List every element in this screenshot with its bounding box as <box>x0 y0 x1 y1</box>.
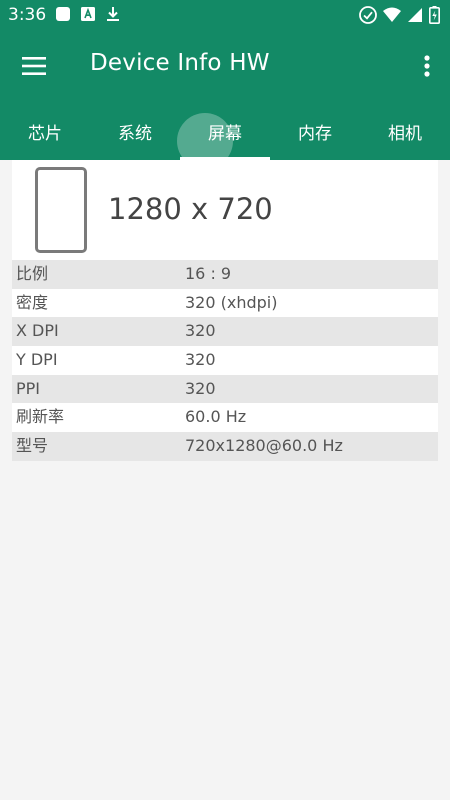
dnd-icon <box>359 6 377 24</box>
info-value: 60.0 Hz <box>185 407 247 427</box>
info-key: 型号 <box>16 436 49 456</box>
info-key: Y DPI <box>16 350 58 370</box>
info-key: 密度 <box>16 292 49 312</box>
info-value: 320 <box>185 321 216 341</box>
tab-memory[interactable]: 内存 <box>270 102 360 160</box>
wifi-icon <box>383 7 401 23</box>
tab-camera[interactable]: 相机 <box>360 102 450 160</box>
info-row-density: 密度 320 (xhdpi) <box>12 289 438 318</box>
app-title: Device Info HW <box>90 50 270 76</box>
download-icon <box>105 6 121 22</box>
battery-charging-icon <box>429 6 440 24</box>
status-left-icons <box>55 6 121 22</box>
tab-label: 系统 <box>118 123 152 144</box>
app-bar: Device Info HW <box>0 30 450 102</box>
tab-system[interactable]: 系统 <box>90 102 180 160</box>
info-row-ydpi: Y DPI 320 <box>12 346 438 375</box>
tab-label: 相机 <box>388 123 422 144</box>
info-row-model: 型号 720x1280@60.0 Hz <box>12 432 438 461</box>
signal-icon <box>407 7 423 23</box>
app-icon <box>55 6 71 22</box>
text-a-icon <box>80 6 96 22</box>
tab-chip[interactable]: 芯片 <box>0 102 90 160</box>
info-row-ratio: 比例 16 : 9 <box>12 260 438 289</box>
screen-header: 1280 x 720 <box>12 160 438 260</box>
tab-label: 内存 <box>298 123 332 144</box>
hamburger-menu-icon[interactable] <box>14 46 54 86</box>
info-value: 16 : 9 <box>185 264 232 283</box>
info-key: X DPI <box>16 321 59 341</box>
info-key: PPI <box>16 378 41 398</box>
info-row-ppi: PPI 320 <box>12 374 438 404</box>
tab-label: 芯片 <box>28 123 62 144</box>
info-row-refresh-rate: 刷新率 60.0 Hz <box>12 403 438 432</box>
info-key: 刷新率 <box>16 407 65 427</box>
status-bar: 3:36 <box>0 0 450 30</box>
info-value: 320 <box>185 378 216 398</box>
info-value: 720x1280@60.0 Hz <box>185 436 343 456</box>
info-value: 320 (xhdpi) <box>185 292 278 312</box>
status-time: 3:36 <box>8 5 47 25</box>
tab-label: 屏幕 <box>208 123 242 144</box>
info-key: 比例 <box>16 264 49 283</box>
screen-info-card: 1280 x 720 比例 16 : 9 密度 320 (xhdpi) X DP… <box>12 160 438 461</box>
info-value: 320 <box>185 350 216 370</box>
info-row-xdpi: X DPI 320 <box>12 317 438 347</box>
more-vert-icon[interactable] <box>412 46 442 86</box>
status-right-icons <box>359 6 440 24</box>
phone-outline-icon <box>35 167 87 253</box>
screen-resolution: 1280 x 720 <box>108 192 273 226</box>
